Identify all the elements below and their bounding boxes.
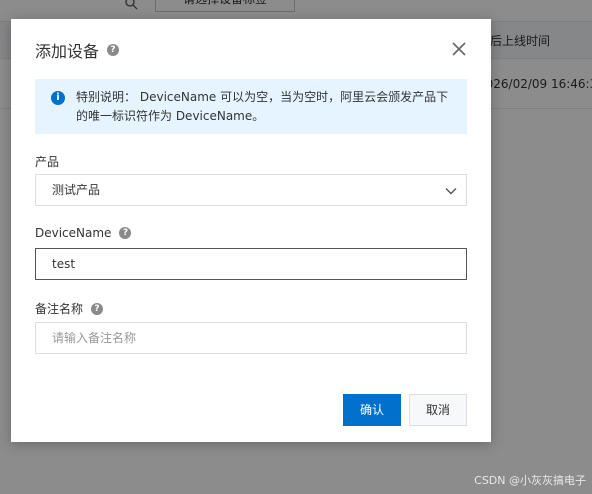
close-icon[interactable] (450, 40, 468, 58)
notice-box: i 特别说明： DeviceName 可以为空，当为空时，阿里云会颁发产品下的唯… (35, 79, 467, 134)
add-device-dialog: 添加设备 ? i 特别说明： DeviceName 可以为空，当为空时，阿里云会… (11, 19, 491, 442)
remark-label-text: 备注名称 (35, 302, 84, 316)
help-icon[interactable]: ? (107, 44, 120, 56)
dialog-title-text: 添加设备 (35, 42, 100, 61)
cancel-button[interactable]: 取消 (409, 394, 467, 426)
product-select-value: 测试产品 (52, 183, 101, 197)
watermark: CSDN @小灰灰搞电子 (474, 474, 586, 487)
device-name-label-text: DeviceName (35, 226, 112, 240)
device-name-input[interactable] (35, 248, 467, 280)
help-icon[interactable]: ? (119, 227, 132, 239)
remark-input[interactable] (35, 322, 467, 354)
dialog-title: 添加设备 ? (35, 38, 120, 62)
help-icon[interactable]: ? (91, 302, 104, 315)
product-select[interactable]: 测试产品 (35, 174, 467, 206)
info-icon: i (51, 91, 65, 105)
remark-label: 备注名称 ? (35, 300, 104, 317)
product-label: 产品 (35, 153, 59, 170)
notice-label: 特别说明： (76, 90, 137, 104)
device-name-label: DeviceName ? (35, 226, 132, 240)
product-label-text: 产品 (35, 155, 60, 169)
confirm-button[interactable]: 确认 (343, 394, 401, 426)
notice-text: 特别说明： DeviceName 可以为空，当为空时，阿里云会颁发产品下的唯一标… (76, 88, 456, 126)
chevron-down-icon (445, 188, 457, 195)
